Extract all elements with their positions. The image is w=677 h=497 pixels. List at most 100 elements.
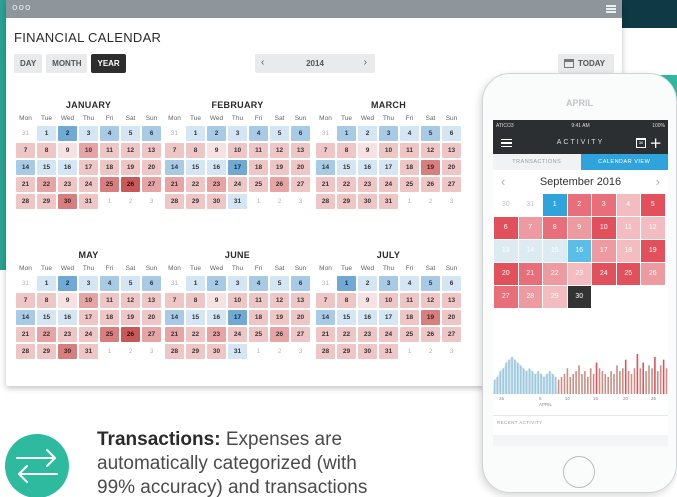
day-cell[interactable]: 12 — [121, 293, 140, 308]
phone-day-cell[interactable]: 29 — [543, 286, 567, 308]
phone-day-cell[interactable]: 17 — [592, 240, 616, 262]
phone-day-cell[interactable]: 9 — [567, 217, 591, 239]
day-cell[interactable]: 31 — [16, 126, 35, 141]
day-cell[interactable]: 17 — [79, 310, 98, 325]
day-cell[interactable]: 22 — [337, 177, 356, 192]
day-cell[interactable]: 14 — [16, 310, 35, 325]
day-cell[interactable]: 29 — [37, 344, 56, 359]
phone-day-cell[interactable]: 28 — [518, 286, 542, 308]
day-cell[interactable]: 18 — [249, 160, 268, 175]
year-view-button[interactable]: YEAR — [91, 54, 126, 73]
phone-day-cell[interactable]: 19 — [641, 240, 665, 262]
day-cell[interactable]: 17 — [379, 310, 398, 325]
day-cell[interactable]: 31 — [165, 276, 184, 291]
day-view-button[interactable]: DAY — [14, 54, 43, 73]
day-cell[interactable]: 23 — [358, 327, 377, 342]
day-cell[interactable]: 20 — [142, 310, 161, 325]
day-cell[interactable]: 29 — [337, 344, 356, 359]
day-cell[interactable]: 2 — [58, 276, 77, 291]
phone-day-cell[interactable]: 5 — [641, 194, 665, 216]
phone-day-cell[interactable]: 18 — [616, 240, 640, 262]
day-cell[interactable]: 19 — [421, 160, 440, 175]
day-cell[interactable]: 22 — [37, 327, 56, 342]
phone-day-cell[interactable]: 30 — [567, 286, 591, 308]
day-cell[interactable]: 2 — [358, 276, 377, 291]
day-cell[interactable]: 8 — [37, 293, 56, 308]
day-cell[interactable]: 31 — [228, 194, 247, 209]
day-cell[interactable]: 31 — [16, 276, 35, 291]
day-cell[interactable]: 12 — [121, 143, 140, 158]
next-year-chevron-icon[interactable]: › — [364, 57, 367, 68]
day-cell[interactable]: 9 — [207, 293, 226, 308]
day-cell[interactable]: 7 — [316, 293, 335, 308]
day-cell[interactable]: 18 — [100, 310, 119, 325]
day-cell[interactable]: 16 — [358, 160, 377, 175]
day-cell[interactable]: 31 — [316, 276, 335, 291]
phone-day-cell[interactable]: 24 — [592, 263, 616, 285]
day-cell[interactable]: 31 — [316, 126, 335, 141]
day-cell[interactable]: 15 — [186, 310, 205, 325]
day-cell[interactable]: 3 — [442, 344, 461, 359]
day-cell[interactable]: 13 — [142, 293, 161, 308]
day-cell[interactable]: 26 — [121, 327, 140, 342]
day-cell[interactable]: 3 — [379, 126, 398, 141]
day-cell[interactable]: 21 — [165, 177, 184, 192]
day-cell[interactable]: 5 — [121, 126, 140, 141]
day-cell[interactable]: 23 — [207, 177, 226, 192]
day-cell[interactable]: 11 — [249, 143, 268, 158]
day-cell[interactable]: 14 — [165, 310, 184, 325]
day-cell[interactable]: 31 — [165, 126, 184, 141]
day-cell[interactable]: 28 — [165, 344, 184, 359]
day-cell[interactable]: 2 — [121, 344, 140, 359]
day-cell[interactable]: 5 — [121, 276, 140, 291]
day-cell[interactable]: 9 — [58, 293, 77, 308]
day-cell[interactable]: 22 — [337, 327, 356, 342]
day-cell[interactable]: 21 — [316, 327, 335, 342]
day-cell[interactable]: 16 — [207, 160, 226, 175]
day-cell[interactable]: 22 — [37, 177, 56, 192]
month-view-button[interactable]: MONTH — [46, 54, 88, 73]
day-cell[interactable]: 5 — [421, 276, 440, 291]
day-cell[interactable]: 29 — [37, 194, 56, 209]
phone-day-cell[interactable]: 6 — [494, 217, 518, 239]
phone-day-cell[interactable]: 8 — [543, 217, 567, 239]
day-cell[interactable]: 18 — [249, 310, 268, 325]
day-cell[interactable]: 28 — [16, 194, 35, 209]
day-cell[interactable]: 16 — [358, 310, 377, 325]
day-cell[interactable]: 28 — [16, 344, 35, 359]
day-cell[interactable]: 8 — [186, 143, 205, 158]
next-month-chevron-icon[interactable]: › — [656, 174, 660, 189]
day-cell[interactable]: 30 — [58, 194, 77, 209]
day-cell[interactable]: 23 — [58, 177, 77, 192]
hamburger-menu-icon[interactable] — [606, 5, 616, 13]
day-cell[interactable]: 15 — [186, 160, 205, 175]
day-cell[interactable]: 19 — [421, 310, 440, 325]
day-cell[interactable]: 1 — [100, 344, 119, 359]
day-cell[interactable]: 12 — [270, 143, 289, 158]
day-cell[interactable]: 2 — [270, 194, 289, 209]
day-cell[interactable]: 24 — [79, 177, 98, 192]
day-cell[interactable]: 24 — [79, 327, 98, 342]
phone-day-cell[interactable]: 23 — [567, 263, 591, 285]
phone-day-cell[interactable]: 7 — [518, 217, 542, 239]
phone-day-cell[interactable]: 11 — [616, 217, 640, 239]
day-cell[interactable]: 2 — [121, 194, 140, 209]
day-cell[interactable]: 5 — [270, 126, 289, 141]
tab-calendar-view[interactable]: CALENDAR VIEW — [580, 154, 668, 170]
day-cell[interactable]: 2 — [421, 194, 440, 209]
add-icon[interactable]: + — [649, 134, 662, 152]
day-cell[interactable]: 11 — [249, 293, 268, 308]
day-cell[interactable]: 9 — [58, 143, 77, 158]
day-cell[interactable]: 17 — [228, 310, 247, 325]
day-cell[interactable]: 20 — [291, 310, 310, 325]
day-cell[interactable]: 26 — [270, 177, 289, 192]
day-cell[interactable]: 8 — [337, 143, 356, 158]
day-cell[interactable]: 17 — [79, 160, 98, 175]
day-cell[interactable]: 1 — [37, 276, 56, 291]
day-cell[interactable]: 26 — [421, 177, 440, 192]
phone-day-cell[interactable]: 12 — [641, 217, 665, 239]
day-cell[interactable]: 13 — [142, 143, 161, 158]
calendar-icon[interactable]: 30 — [636, 138, 646, 148]
day-cell[interactable]: 19 — [121, 310, 140, 325]
day-cell[interactable]: 29 — [186, 194, 205, 209]
